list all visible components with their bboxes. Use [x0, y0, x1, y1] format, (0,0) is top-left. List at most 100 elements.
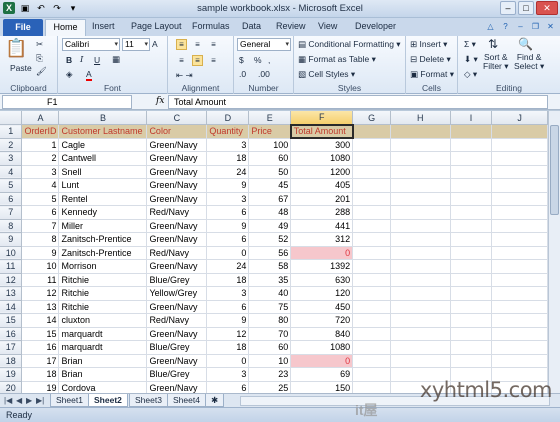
cell-a1[interactable]: OrderID: [21, 124, 60, 139]
row-header[interactable]: 11: [0, 259, 23, 274]
format-as-table-button[interactable]: ▦ Format as Table ▾: [298, 54, 376, 65]
cell-b9[interactable]: Zanitsch-Prentice: [58, 232, 148, 247]
cell-e16[interactable]: 70: [248, 327, 292, 341]
tab-review[interactable]: Review: [276, 21, 306, 31]
cell-j11[interactable]: [491, 259, 548, 274]
row-header[interactable]: 12: [0, 273, 23, 287]
row-header[interactable]: 18: [0, 354, 23, 368]
cell-h6[interactable]: [390, 192, 451, 206]
cell-b20[interactable]: Cordova: [58, 381, 148, 393]
formula-input[interactable]: Total Amount: [168, 95, 548, 109]
cell-c19[interactable]: Blue/Grey: [146, 367, 208, 382]
cell-d14[interactable]: 6: [206, 300, 250, 314]
cell-h13[interactable]: [390, 286, 451, 301]
cell-i17[interactable]: [450, 340, 493, 355]
cell-g9[interactable]: [352, 232, 391, 247]
cell-a5[interactable]: 4: [21, 178, 60, 193]
font-size-combo[interactable]: 11: [122, 38, 150, 51]
column-header-e[interactable]: E: [248, 111, 292, 125]
cell-a8[interactable]: 7: [21, 219, 60, 233]
italic-button[interactable]: I: [80, 55, 83, 65]
cell-g13[interactable]: [352, 286, 391, 301]
cell-c17[interactable]: Blue/Grey: [146, 340, 208, 355]
cell-c15[interactable]: Red/Navy: [146, 313, 208, 328]
cell-g2[interactable]: [352, 138, 391, 152]
cell-f14[interactable]: 450: [290, 300, 354, 314]
cell-g5[interactable]: [352, 178, 391, 193]
row-header[interactable]: 5: [0, 178, 23, 193]
cell-e18[interactable]: 10: [248, 354, 292, 368]
row-header[interactable]: 15: [0, 313, 23, 328]
insert-cells-button[interactable]: ⊞ Insert ▾: [410, 39, 447, 50]
cell-d13[interactable]: 3: [206, 286, 250, 301]
cell-g1[interactable]: [352, 124, 391, 139]
tab-file[interactable]: File: [3, 19, 43, 36]
column-header-f[interactable]: F: [290, 111, 354, 125]
cell-e10[interactable]: 56: [248, 246, 292, 260]
tab-data[interactable]: Data: [242, 21, 261, 31]
cell-f20[interactable]: 150: [290, 381, 354, 393]
cell-c2[interactable]: Green/Navy: [146, 138, 208, 152]
cell-f19[interactable]: 69: [290, 367, 354, 382]
help-icon[interactable]: ?: [500, 21, 511, 32]
cell-g12[interactable]: [352, 273, 391, 287]
row-header[interactable]: 10: [0, 246, 23, 260]
cell-c10[interactable]: Red/Navy: [146, 246, 208, 260]
cell-a15[interactable]: 14: [21, 313, 60, 328]
underline-button[interactable]: U: [94, 55, 100, 65]
cell-c6[interactable]: Green/Navy: [146, 192, 208, 206]
row-header[interactable]: 1: [0, 124, 23, 139]
cell-b6[interactable]: Rentel: [58, 192, 148, 206]
vertical-scroll-thumb[interactable]: [550, 125, 559, 215]
cell-a16[interactable]: 15: [21, 327, 60, 341]
cell-h17[interactable]: [390, 340, 451, 355]
cell-d9[interactable]: 6: [206, 232, 250, 247]
cell-i2[interactable]: [450, 138, 493, 152]
cell-g6[interactable]: [352, 192, 391, 206]
cell-f7[interactable]: 288: [290, 205, 354, 220]
cell-h18[interactable]: [390, 354, 451, 368]
cell-d18[interactable]: 0: [206, 354, 250, 368]
minimize-button[interactable]: –: [500, 1, 516, 15]
maximize-button[interactable]: □: [518, 1, 534, 15]
cell-b1[interactable]: Customer Lastname: [58, 124, 148, 139]
cell-i3[interactable]: [450, 151, 493, 166]
font-name-combo[interactable]: Calibri: [62, 38, 120, 51]
select-all-corner[interactable]: [0, 111, 23, 125]
sort-filter-icon[interactable]: ⇅: [488, 37, 498, 51]
font-color-icon[interactable]: A: [86, 69, 92, 81]
tab-view[interactable]: View: [318, 21, 337, 31]
cell-b16[interactable]: marquardt: [58, 327, 148, 341]
row-header[interactable]: 7: [0, 205, 23, 220]
cell-i9[interactable]: [450, 232, 493, 247]
cell-f6[interactable]: 201: [290, 192, 354, 206]
cell-g15[interactable]: [352, 313, 391, 328]
cell-d8[interactable]: 9: [206, 219, 250, 233]
cell-b17[interactable]: marquardt: [58, 340, 148, 355]
cell-b12[interactable]: Ritchie: [58, 273, 148, 287]
cell-d4[interactable]: 24: [206, 165, 250, 179]
row-header[interactable]: 6: [0, 192, 23, 206]
cell-d19[interactable]: 3: [206, 367, 250, 382]
sheet-tab-sheet4[interactable]: Sheet4: [167, 394, 206, 407]
cell-j10[interactable]: [491, 246, 548, 260]
row-header[interactable]: 9: [0, 232, 23, 247]
cell-h5[interactable]: [390, 178, 451, 193]
cell-f1[interactable]: Total Amount: [289, 123, 354, 139]
row-header[interactable]: 19: [0, 367, 23, 382]
cell-e17[interactable]: 60: [248, 340, 292, 355]
cell-i11[interactable]: [450, 259, 493, 274]
cell-a7[interactable]: 6: [21, 205, 60, 220]
cell-c16[interactable]: Green/Navy: [146, 327, 208, 341]
cell-d10[interactable]: 0: [206, 246, 250, 260]
cell-d12[interactable]: 18: [206, 273, 250, 287]
cell-j6[interactable]: [491, 192, 548, 206]
cell-h8[interactable]: [390, 219, 451, 233]
cell-i5[interactable]: [450, 178, 493, 193]
cell-g7[interactable]: [352, 205, 391, 220]
conditional-formatting-button[interactable]: ▤ Conditional Formatting ▾: [298, 39, 401, 50]
cell-f16[interactable]: 840: [290, 327, 354, 341]
cell-i15[interactable]: [450, 313, 493, 328]
cell-e12[interactable]: 35: [248, 273, 292, 287]
cell-c14[interactable]: Green/Navy: [146, 300, 208, 314]
